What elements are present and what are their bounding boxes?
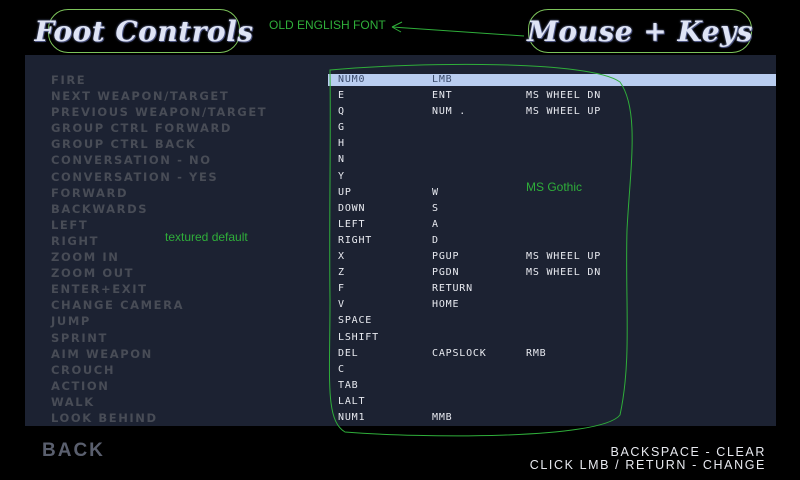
binding-key2-cell[interactable]: PGDN bbox=[432, 265, 459, 281]
action-label: RIGHT bbox=[51, 233, 100, 248]
binding-row[interactable]: RIGHT RIGHT D bbox=[25, 233, 776, 249]
binding-key3-cell[interactable]: RMB bbox=[526, 346, 546, 362]
back-button[interactable]: BACK bbox=[42, 440, 105, 462]
binding-key1-cell[interactable]: SPACE bbox=[338, 313, 372, 329]
binding-key2-cell[interactable]: CAPSLOCK bbox=[432, 346, 487, 362]
annotation-textured-default: textured default bbox=[165, 230, 248, 244]
action-label: LEFT bbox=[51, 217, 89, 232]
binding-key1-cell[interactable]: TAB bbox=[338, 378, 358, 394]
action-label: NEXT WEAPON/TARGET bbox=[51, 89, 230, 104]
action-label: ACTION bbox=[51, 378, 110, 393]
action-label: CONVERSATION - YES bbox=[51, 169, 219, 184]
binding-key1-cell[interactable]: DEL bbox=[338, 346, 358, 362]
binding-key1-cell[interactable]: LALT bbox=[338, 394, 365, 410]
binding-row[interactable]: FORWARD UP W bbox=[25, 185, 776, 201]
binding-key2-cell[interactable]: PGUP bbox=[432, 249, 459, 265]
binding-key1-cell[interactable]: H bbox=[338, 136, 345, 152]
action-label: CROUCH bbox=[51, 362, 116, 377]
mouse-keys-title: Mouse + Keys bbox=[527, 9, 753, 53]
binding-key1-cell[interactable]: X bbox=[338, 249, 345, 265]
binding-key1-cell[interactable]: NUM0 bbox=[338, 72, 365, 88]
action-label: WALK bbox=[51, 394, 95, 409]
binding-row[interactable]: PREVIOUS WEAPON/TARGET Q NUM . MS WHEEL UP bbox=[25, 104, 776, 120]
action-label: AIM WEAPON bbox=[51, 346, 153, 361]
binding-key3-cell[interactable]: MS WHEEL DN bbox=[526, 88, 601, 104]
binding-key2-cell[interactable]: MMB bbox=[432, 410, 452, 426]
foot-controls-title: Foot Controls bbox=[35, 9, 253, 53]
binding-key2-cell[interactable]: HOME bbox=[432, 297, 459, 313]
binding-row[interactable]: JUMP SPACE bbox=[25, 313, 776, 329]
binding-key1-cell[interactable]: C bbox=[338, 362, 345, 378]
action-label: ZOOM OUT bbox=[51, 266, 135, 281]
binding-row[interactable]: ACTION TAB bbox=[25, 378, 776, 394]
action-label: GROUP CTRL FORWARD bbox=[51, 121, 233, 136]
binding-row[interactable]: BACKWARDS DOWN S bbox=[25, 201, 776, 217]
binding-row[interactable]: CHANGE CAMERA V HOME bbox=[25, 297, 776, 313]
binding-key2-cell[interactable]: W bbox=[432, 185, 439, 201]
action-label: FORWARD bbox=[51, 185, 129, 200]
binding-row[interactable]: ZOOM OUT Z PGDN MS WHEEL DN bbox=[25, 265, 776, 281]
binding-key1-cell[interactable]: N bbox=[338, 152, 345, 168]
binding-key2-cell[interactable]: D bbox=[432, 233, 439, 249]
binding-key2-cell[interactable]: S bbox=[432, 201, 439, 217]
binding-key1-cell[interactable]: G bbox=[338, 120, 345, 136]
binding-row[interactable]: NEXT WEAPON/TARGET E ENT MS WHEEL DN bbox=[25, 88, 776, 104]
hint-backspace-clear: BACKSPACE - CLEAR bbox=[610, 445, 766, 459]
action-label: FIRE bbox=[51, 73, 87, 87]
binding-key2-cell[interactable]: ENT bbox=[432, 88, 452, 104]
binding-key2-cell[interactable]: RETURN bbox=[432, 281, 473, 297]
binding-key1-cell[interactable]: RIGHT bbox=[338, 233, 372, 249]
binding-key3-cell[interactable]: MS WHEEL UP bbox=[526, 104, 601, 120]
binding-key1-cell[interactable]: V bbox=[338, 297, 345, 313]
binding-row[interactable]: LOOK BEHIND NUM1 MMB bbox=[25, 410, 776, 426]
action-label: GROUP CTRL BACK bbox=[51, 137, 197, 152]
binding-row[interactable]: CONVERSATION - NO N bbox=[25, 152, 776, 168]
binding-row[interactable]: FIRE NUM0 LMB bbox=[25, 72, 776, 88]
binding-row[interactable]: CONVERSATION - YES Y bbox=[25, 169, 776, 185]
binding-key2-cell[interactable]: LMB bbox=[432, 72, 452, 88]
binding-key1-cell[interactable]: Y bbox=[338, 169, 345, 185]
action-label: CONVERSATION - NO bbox=[51, 153, 212, 168]
binding-key2-cell[interactable]: A bbox=[432, 217, 439, 233]
binding-row[interactable]: CROUCH C bbox=[25, 362, 776, 378]
bindings-list: FIRE NUM0 LMB NEXT WEAPON/TARGET E ENT MS WHEE… bbox=[25, 72, 776, 426]
hint-click-change: CLICK LMB / RETURN - CHANGE bbox=[529, 458, 766, 472]
binding-key1-cell[interactable]: LEFT bbox=[338, 217, 365, 233]
action-label: ZOOM IN bbox=[51, 250, 120, 265]
binding-key1-cell[interactable]: Z bbox=[338, 265, 345, 281]
binding-row[interactable]: GROUP CTRL BACK H bbox=[25, 136, 776, 152]
binding-row[interactable]: ENTER+EXIT F RETURN bbox=[25, 281, 776, 297]
action-label: ENTER+EXIT bbox=[51, 282, 148, 297]
action-label: JUMP bbox=[51, 314, 91, 329]
action-label: BACKWARDS bbox=[51, 201, 149, 216]
binding-row[interactable]: GROUP CTRL FORWARD G bbox=[25, 120, 776, 136]
binding-key3-cell[interactable]: MS WHEEL UP bbox=[526, 249, 601, 265]
binding-key1-cell[interactable]: E bbox=[338, 88, 345, 104]
action-label: PREVIOUS WEAPON/TARGET bbox=[51, 105, 268, 120]
binding-row[interactable]: WALK LALT bbox=[25, 394, 776, 410]
selection-highlight bbox=[328, 74, 776, 86]
binding-key2-cell[interactable]: NUM . bbox=[432, 104, 466, 120]
binding-key3-cell[interactable]: MS WHEEL DN bbox=[526, 265, 601, 281]
binding-key1-cell[interactable]: F bbox=[338, 281, 345, 297]
binding-row[interactable]: AIM WEAPON DEL CAPSLOCK RMB bbox=[25, 346, 776, 362]
arrow-left-head bbox=[391, 21, 403, 33]
binding-row[interactable]: SPRINT LSHIFT bbox=[25, 330, 776, 346]
action-label: SPRINT bbox=[51, 330, 108, 345]
binding-key1-cell[interactable]: Q bbox=[338, 104, 345, 120]
binding-key1-cell[interactable]: NUM1 bbox=[338, 410, 365, 426]
binding-row[interactable]: ZOOM IN X PGUP MS WHEEL UP bbox=[25, 249, 776, 265]
binding-key1-cell[interactable]: LSHIFT bbox=[338, 330, 379, 346]
annotation-old-english-font: OLD ENGLISH FONT bbox=[269, 18, 386, 32]
annotation-ms-gothic: MS Gothic bbox=[526, 180, 583, 194]
arrow-left-line bbox=[391, 26, 525, 37]
binding-key1-cell[interactable]: DOWN bbox=[338, 201, 365, 217]
action-label: LOOK BEHIND bbox=[51, 410, 158, 425]
action-label: CHANGE CAMERA bbox=[51, 298, 185, 313]
binding-key1-cell[interactable]: UP bbox=[338, 185, 352, 201]
binding-row[interactable]: LEFT LEFT A bbox=[25, 217, 776, 233]
